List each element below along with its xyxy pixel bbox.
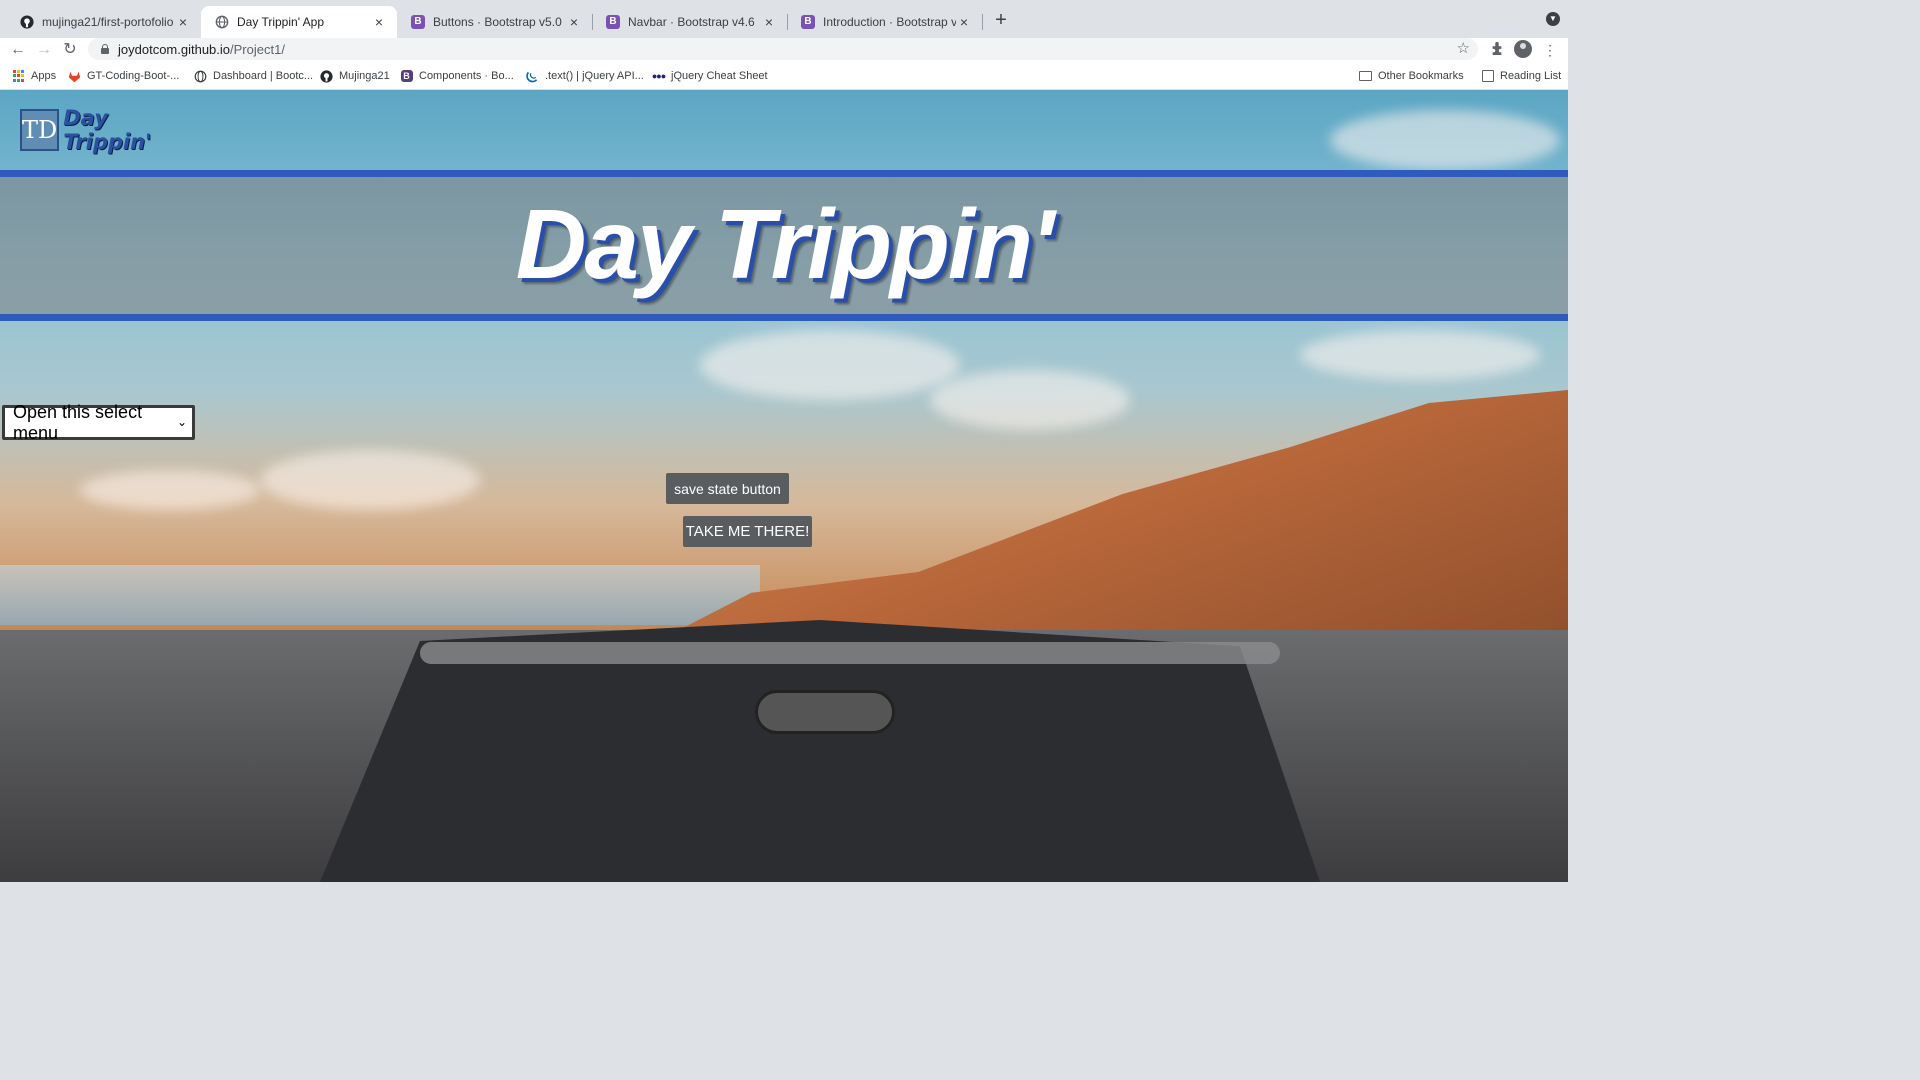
tab-introduction-bootstrap[interactable]: B Introduction · Bootstrap v4.6 × (787, 6, 983, 38)
tab-title: Buttons · Bootstrap v5.0 (433, 15, 562, 29)
tab-buttons-bootstrap[interactable]: B Buttons · Bootstrap v5.0 × (397, 6, 593, 38)
bookmark-mujinga21[interactable]: Mujinga21 (320, 68, 390, 84)
bootstrap-icon: B (606, 15, 620, 29)
globe-icon (215, 15, 229, 29)
logo-text: Day Trippin' (63, 106, 152, 154)
bookmark-gitlab[interactable]: GT-Coding-Boot-... (68, 68, 179, 84)
reload-icon[interactable]: ↻ (60, 40, 80, 60)
tab-strip: mujinga21/first-portofolio × Day Trippin… (0, 0, 1568, 38)
banner-bottom-border (0, 314, 1568, 321)
close-icon[interactable]: × (956, 14, 972, 30)
logo-mark: TD (20, 109, 60, 151)
address-bar[interactable]: joydotcom.github.io/Project1/ ☆ (88, 38, 1478, 60)
other-bookmarks-label: Other Bookmarks (1378, 70, 1464, 82)
apps-grid-icon (12, 70, 25, 83)
bootstrap-icon: B (400, 70, 413, 83)
bookmarks-bar: Apps GT-Coding-Boot-... Dashboard | Boot… (0, 62, 1568, 90)
tab-title: Introduction · Bootstrap v4.6 (823, 15, 956, 29)
browser-toolbar: ← → ↻ joydotcom.github.io/Project1/ ☆ ⋮ (0, 38, 1568, 62)
chevron-down-icon: ⌄ (176, 415, 187, 429)
lock-icon (100, 44, 110, 54)
forward-icon[interactable]: → (34, 40, 54, 60)
bookmark-star-icon[interactable]: ☆ (1457, 39, 1470, 57)
tab-navbar-bootstrap[interactable]: B Navbar · Bootstrap v4.6 × (592, 6, 788, 38)
gitlab-icon (68, 70, 81, 83)
url-path: /Project1/ (230, 41, 285, 57)
bookmark-label: Apps (31, 70, 57, 82)
bookmark-label: Components · Bo... (419, 70, 514, 82)
tab-day-trippin[interactable]: Day Trippin' App × (201, 6, 397, 38)
site-logo[interactable]: TD Day Trippin' (20, 106, 190, 154)
extensions-icon[interactable] (1487, 40, 1507, 60)
tab-search-icon[interactable]: ▼ (1546, 12, 1560, 26)
bookmark-label: Dashboard | Bootc... (213, 70, 314, 82)
site-header: TD Day Trippin' (0, 90, 1568, 170)
close-icon[interactable]: × (371, 14, 387, 30)
bookmark-label: .text() | jQuery API... (545, 70, 644, 82)
close-icon[interactable]: × (566, 14, 582, 30)
bookmark-components[interactable]: B Components · Bo... (400, 68, 514, 84)
dots-icon: ●●● (651, 71, 666, 81)
close-icon[interactable]: × (761, 14, 777, 30)
page-viewport: TD Day Trippin' Day Trippin' Open this s… (0, 90, 1568, 882)
banner-top-border (0, 170, 1568, 177)
url-host: joydotcom.github.io (118, 41, 231, 57)
bookmark-label: jQuery Cheat Sheet (671, 70, 768, 82)
reading-list-label: Reading List (1500, 70, 1562, 82)
tab-github[interactable]: mujinga21/first-portofolio × (6, 6, 202, 38)
reading-list-icon (1481, 70, 1494, 83)
select-value: Open this select menu (13, 401, 143, 443)
tab-title: mujinga21/first-portofolio (42, 15, 174, 29)
tab-title: Navbar · Bootstrap v4.6 (628, 15, 755, 29)
bookmark-jquery-text[interactable]: .text() | jQuery API... (526, 68, 644, 84)
save-state-button[interactable]: save state button (666, 473, 789, 504)
destination-select[interactable]: Open this select menu ⌄ (2, 402, 195, 443)
take-me-there-button[interactable]: TAKE ME THERE! (683, 516, 812, 547)
bookmark-apps[interactable]: Apps (12, 68, 56, 84)
menu-kebab-icon[interactable]: ⋮ (1540, 40, 1560, 60)
close-icon[interactable]: × (175, 14, 191, 30)
bootstrap-icon: B (411, 15, 425, 29)
reading-list[interactable]: Reading List (1481, 68, 1561, 84)
new-tab-button[interactable]: + (990, 10, 1012, 32)
back-icon[interactable]: ← (8, 40, 28, 60)
globe-icon (194, 70, 207, 83)
other-bookmarks[interactable]: Other Bookmarks (1359, 68, 1464, 84)
bookmark-jquery-cheat-sheet[interactable]: ●●● jQuery Cheat Sheet (652, 68, 768, 84)
github-icon (20, 15, 34, 29)
github-icon (320, 69, 333, 83)
tab-title: Day Trippin' App (237, 15, 325, 29)
profile-avatar[interactable] (1514, 40, 1532, 58)
bookmark-dashboard[interactable]: Dashboard | Bootc... (194, 68, 313, 84)
hero-title: Day Trippin' (515, 189, 1055, 299)
folder-icon (1359, 70, 1372, 83)
bookmark-label: Mujinga21 (339, 70, 390, 82)
bookmark-label: GT-Coding-Boot-... (87, 70, 180, 82)
bootstrap-icon: B (801, 15, 815, 29)
jquery-icon (526, 70, 539, 83)
